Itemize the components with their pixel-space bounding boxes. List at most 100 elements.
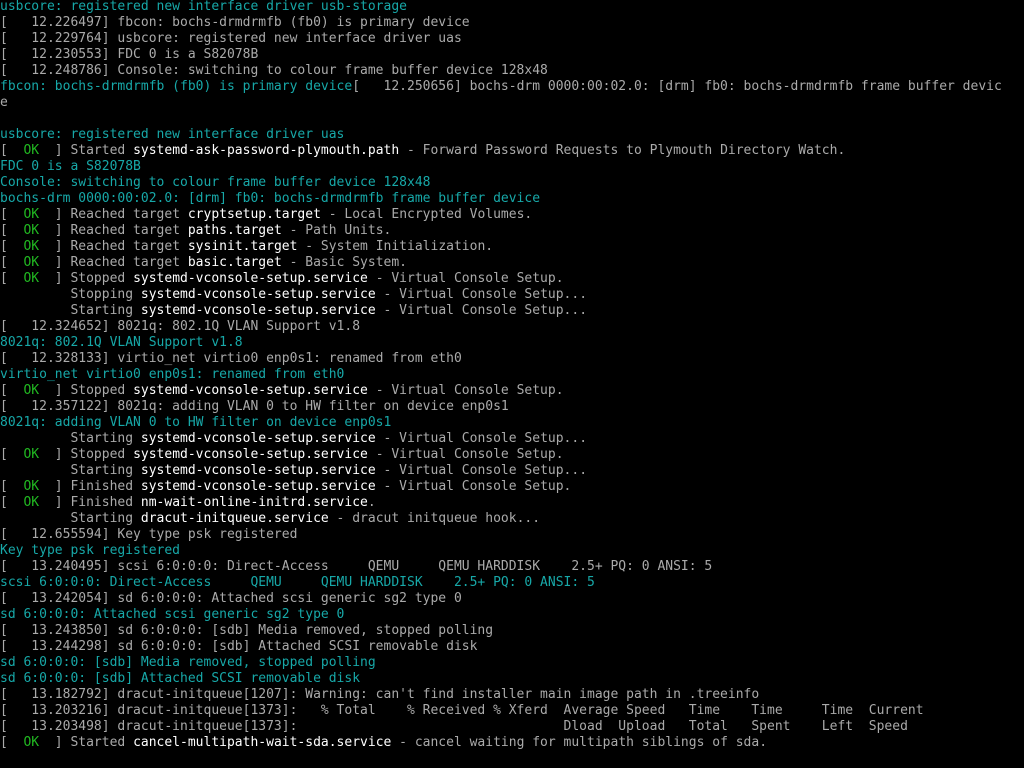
console-line: [ OK ] Finished systemd-vconsole-setup.s… (0, 479, 1024, 495)
log-text: [ 13.203216] dracut-initqueue[1373]: % T… (0, 703, 924, 718)
ok-status: OK (23, 239, 40, 254)
unit-name: systemd-vconsole-setup.service (140, 431, 376, 446)
log-text: Starting (0, 463, 141, 478)
log-text: - Virtual Console Setup... (375, 463, 588, 478)
console-line: [ OK ] Stopped systemd-vconsole-setup.se… (0, 383, 1024, 399)
console-line: [ OK ] Stopped systemd-vconsole-setup.se… (0, 447, 1024, 463)
console-line: [ OK ] Reached target paths.target - Pat… (0, 223, 1024, 239)
console-line: FDC 0 is a S82078B (0, 159, 1024, 175)
console-line: [ 13.243850] sd 6:0:0:0: [sdb] Media rem… (0, 623, 1024, 639)
console-line: [ 12.655594] Key type psk registered (0, 527, 1024, 543)
console-line: [ 13.240495] scsi 6:0:0:0: Direct-Access… (0, 559, 1024, 575)
console-line: [ 13.203498] dracut-initqueue[1373]: Dlo… (0, 719, 1024, 735)
log-text: - Basic System. (281, 255, 408, 270)
console-line: scsi 6:0:0:0: Direct-Access QEMU QEMU HA… (0, 575, 1024, 591)
kernel-message: virtio_net virtio0 enp0s1: renamed from … (0, 367, 345, 382)
console-line: [ 12.226497] fbcon: bochs-drmdrmfb (fb0)… (0, 15, 1024, 31)
log-text: [ 13.244298] sd 6:0:0:0: [sdb] Attached … (0, 639, 478, 654)
unit-name: sysinit.target (187, 239, 298, 254)
log-text: ] Finished (39, 495, 141, 510)
unit-name: systemd-vconsole-setup.service (140, 479, 376, 494)
unit-name: basic.target (187, 255, 282, 270)
kernel-message: FDC 0 is a S82078B (0, 159, 141, 174)
console-line: [ OK ] Started cancel-multipath-wait-sda… (0, 735, 1024, 751)
console-line: [ OK ] Reached target sysinit.target - S… (0, 239, 1024, 255)
console-line: [ 12.230553] FDC 0 is a S82078B (0, 47, 1024, 63)
ok-status: OK (23, 495, 40, 510)
log-text: ] Reached target (39, 255, 188, 270)
log-text: Stopping (0, 287, 141, 302)
log-text: [ (0, 479, 24, 494)
log-text: ] Started (39, 143, 134, 158)
unit-name: systemd-vconsole-setup.service (133, 383, 368, 398)
log-text: ] Reached target (39, 223, 188, 238)
log-text: [ (0, 383, 24, 398)
log-text: Starting (0, 303, 141, 318)
console-line: Starting systemd-vconsole-setup.service … (0, 463, 1024, 479)
log-text: [ 12.226497] fbcon: bochs-drmdrmfb (fb0)… (0, 15, 470, 30)
kernel-message: 8021q: adding VLAN 0 to HW filter on dev… (0, 415, 392, 430)
log-text: . (367, 495, 376, 510)
log-text: - Virtual Console Setup. (367, 447, 564, 462)
kernel-message: usbcore: registered new interface driver… (0, 127, 345, 142)
log-text: [ 13.240495] scsi 6:0:0:0: Direct-Access… (0, 559, 713, 574)
kernel-message: Key type psk registered (0, 543, 181, 558)
console-line: sd 6:0:0:0: [sdb] Attached SCSI removabl… (0, 671, 1024, 687)
unit-name: systemd-vconsole-setup.service (133, 271, 368, 286)
ok-status: OK (23, 383, 40, 398)
kernel-message: 8021q: 802.1Q VLAN Support v1.8 (0, 335, 243, 350)
console-line: Stopping systemd-vconsole-setup.service … (0, 287, 1024, 303)
log-text: - Virtual Console Setup... (375, 303, 588, 318)
log-text: - Virtual Console Setup... (375, 287, 588, 302)
log-text: [ (0, 239, 24, 254)
log-text: [ 13.203498] dracut-initqueue[1373]: Dlo… (0, 719, 908, 734)
console-line: e (0, 95, 1024, 111)
console-line: [ OK ] Started systemd-ask-password-plym… (0, 143, 1024, 159)
unit-name: systemd-ask-password-plymouth.path (133, 143, 400, 158)
console-line: [ OK ] Stopped systemd-vconsole-setup.se… (0, 271, 1024, 287)
kernel-message: sd 6:0:0:0: [sdb] Attached SCSI removabl… (0, 671, 361, 686)
log-text: [ (0, 735, 24, 750)
ok-status: OK (23, 207, 40, 222)
console-line: [ 12.357122] 8021q: adding VLAN 0 to HW … (0, 399, 1024, 415)
log-text: [ 12.655594] Key type psk registered (0, 527, 298, 542)
framebuffer-console: usbcore: registered new interface driver… (0, 0, 1024, 768)
console-line: [ 13.244298] sd 6:0:0:0: [sdb] Attached … (0, 639, 1024, 655)
ok-status: OK (23, 735, 40, 750)
log-text: Starting (0, 431, 141, 446)
log-text: [ 12.230553] FDC 0 is a S82078B (0, 47, 259, 62)
unit-name: systemd-vconsole-setup.service (140, 287, 376, 302)
console-line: Starting systemd-vconsole-setup.service … (0, 303, 1024, 319)
console-line: usbcore: registered new interface driver… (0, 127, 1024, 143)
log-text: ] Reached target (39, 207, 188, 222)
log-text: [ 12.248786] Console: switching to colou… (0, 63, 548, 78)
log-text: [ (0, 207, 24, 222)
console-line: [ 12.324652] 8021q: 802.1Q VLAN Support … (0, 319, 1024, 335)
ok-status: OK (23, 223, 40, 238)
console-line: Console: switching to colour frame buffe… (0, 175, 1024, 191)
log-text: e (0, 95, 8, 110)
log-text: - Path Units. (281, 223, 392, 238)
console-line: [ OK ] Finished nm-wait-online-initrd.se… (0, 495, 1024, 511)
ok-status: OK (23, 447, 40, 462)
log-text: [ 12.357122] 8021q: adding VLAN 0 to HW … (0, 399, 509, 414)
kernel-message: sd 6:0:0:0: Attached scsi generic sg2 ty… (0, 607, 345, 622)
unit-name: dracut-initqueue.service (140, 511, 329, 526)
log-text: - dracut initqueue hook... (328, 511, 541, 526)
kernel-message: fbcon: bochs-drmdrmfb (fb0) is primary d… (0, 79, 353, 94)
log-text: ] Stopped (39, 271, 134, 286)
console-line: sd 6:0:0:0: Attached scsi generic sg2 ty… (0, 607, 1024, 623)
unit-name: cancel-multipath-wait-sda.service (133, 735, 392, 750)
log-text: - Virtual Console Setup. (367, 271, 564, 286)
log-text: ] Stopped (39, 447, 134, 462)
log-text: [ (0, 447, 24, 462)
log-text: [ 13.243850] sd 6:0:0:0: [sdb] Media rem… (0, 623, 494, 638)
log-text: [ (0, 495, 24, 510)
log-text: - Virtual Console Setup... (375, 431, 588, 446)
log-text: [ (0, 255, 24, 270)
console-line: 8021q: 802.1Q VLAN Support v1.8 (0, 335, 1024, 351)
console-line: [ 12.248786] Console: switching to colou… (0, 63, 1024, 79)
log-text: [ 12.229764] usbcore: registered new int… (0, 31, 462, 46)
ok-status: OK (23, 271, 40, 286)
